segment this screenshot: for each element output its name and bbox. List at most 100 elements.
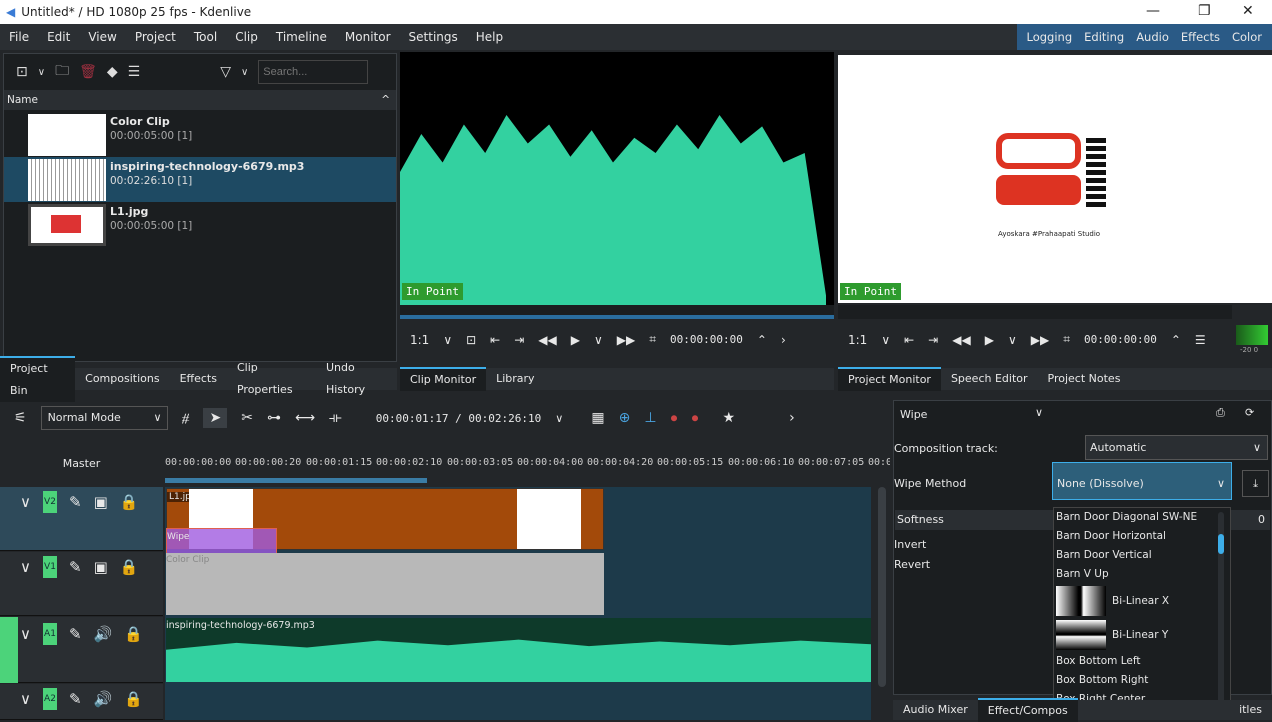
track-tag[interactable]: A1: [43, 623, 57, 645]
edit-mode-select[interactable]: Normal Mode∨: [41, 406, 168, 430]
menu-project[interactable]: Project: [126, 30, 185, 44]
workspace-editing[interactable]: Editing: [1078, 30, 1130, 44]
track-header-a1[interactable]: ∨ A1 ✎ 🔊 🔒: [0, 617, 163, 683]
menu-timeline[interactable]: Timeline: [267, 30, 336, 44]
chevron-down-icon[interactable]: ∨: [443, 333, 452, 347]
project-timecode[interactable]: 00:00:00:00: [1084, 333, 1157, 346]
tab-speech-editor[interactable]: Speech Editor: [941, 368, 1038, 390]
ripple-tool-icon[interactable]: ⟷: [295, 410, 315, 426]
bin-item-selected[interactable]: inspiring-technology-6679.mp3 00:02:26:1…: [4, 157, 396, 202]
menu-file[interactable]: File: [0, 30, 38, 44]
wipe-method-select[interactable]: None (Dissolve)∨: [1052, 462, 1232, 500]
sort-up-icon[interactable]: ^: [381, 90, 390, 110]
dropdown-option[interactable]: Barn Door Horizontal: [1054, 527, 1230, 546]
lock-icon[interactable]: 🔒: [120, 558, 139, 576]
select-tool-icon[interactable]: ➤: [203, 408, 227, 428]
effects-icon[interactable]: ✎: [69, 690, 82, 708]
menu-tool[interactable]: Tool: [185, 30, 226, 44]
set-in-icon[interactable]: ⇤: [904, 333, 914, 347]
track-header-a2[interactable]: ∨A2✎🔊🔒: [0, 684, 163, 720]
track-header-v1[interactable]: ∨V1✎▣🔒: [0, 552, 163, 616]
dropdown-option[interactable]: Box Bottom Right: [1054, 671, 1230, 690]
rewind-icon[interactable]: ◀◀: [538, 333, 556, 347]
tab-undo-history[interactable]: Undo History: [322, 357, 397, 401]
effects-icon[interactable]: ✎: [69, 493, 82, 511]
speaker-icon[interactable]: 🔊: [94, 690, 113, 708]
collapse-icon[interactable]: ∨: [20, 625, 31, 643]
speaker-icon[interactable]: 🔊: [94, 625, 113, 643]
dropdown-option[interactable]: Box Bottom Left: [1054, 652, 1230, 671]
tab-effect-composition[interactable]: Effect/Compos: [978, 698, 1078, 722]
multitrack-icon[interactable]: ▦: [591, 410, 604, 426]
forward-icon[interactable]: ▶▶: [617, 333, 635, 347]
dropdown-option[interactable]: Bi-Linear Y: [1054, 618, 1230, 652]
chevron-down-icon[interactable]: ∨: [241, 67, 248, 78]
filter-icon[interactable]: ▽: [220, 64, 231, 80]
menu-edit[interactable]: Edit: [38, 30, 79, 44]
chevron-down-icon[interactable]: ∨: [1035, 406, 1043, 419]
set-in-icon[interactable]: ⇤: [490, 333, 500, 347]
import-button[interactable]: ⤓: [1242, 470, 1269, 497]
razor-tool-icon[interactable]: ✂: [241, 410, 253, 426]
menu-icon[interactable]: ☰: [1195, 333, 1206, 347]
menu-view[interactable]: View: [79, 30, 125, 44]
lock-icon[interactable]: 🔒: [120, 493, 139, 511]
slip-tool-icon[interactable]: ⟛: [329, 410, 342, 426]
maximize-icon[interactable]: ❐: [1198, 3, 1211, 19]
tab-compositions[interactable]: Compositions: [75, 368, 169, 390]
menu-monitor[interactable]: Monitor: [336, 30, 400, 44]
chevron-down-icon[interactable]: ∨: [38, 67, 45, 78]
close-icon[interactable]: ✕: [1242, 3, 1254, 19]
name-column-header[interactable]: Name: [7, 94, 38, 106]
spacer-tool-icon[interactable]: ⊶: [267, 410, 281, 426]
fullscreen-icon[interactable]: ⊡: [466, 333, 476, 347]
revert-checkbox[interactable]: Revert: [894, 558, 930, 571]
add-clip-icon[interactable]: ⊡: [16, 64, 28, 80]
rewind-icon[interactable]: ◀◀: [952, 333, 970, 347]
effects-icon[interactable]: ✎: [69, 625, 82, 643]
master-header[interactable]: Master: [0, 455, 163, 485]
menu-icon[interactable]: ☰: [128, 64, 141, 80]
bin-item[interactable]: L1.jpg 00:00:05:00 [1]: [4, 202, 396, 247]
save-preset-icon[interactable]: ⎙: [1216, 406, 1225, 420]
overwrite-icon[interactable]: ⊥: [644, 410, 656, 426]
lock-icon[interactable]: 🔒: [124, 690, 143, 708]
play-icon[interactable]: ▶: [985, 333, 994, 347]
forward-icon[interactable]: ▶▶: [1031, 333, 1049, 347]
track-tag[interactable]: V1: [43, 556, 57, 578]
chevron-down-icon[interactable]: ∨: [881, 333, 890, 347]
invert-checkbox[interactable]: Invert: [894, 538, 926, 551]
lock-icon[interactable]: 🔒: [124, 625, 143, 643]
search-input[interactable]: [258, 60, 368, 84]
tag-icon[interactable]: ◆: [107, 64, 118, 80]
menu-help[interactable]: Help: [467, 30, 512, 44]
timeline-ruler[interactable]: 00:00:00:00 00:00:00:20 00:00:01:15 00:0…: [165, 455, 890, 485]
timeline-clip-audio[interactable]: inspiring-technology-6679.mp3: [166, 618, 871, 682]
project-monitor-ruler[interactable]: [838, 305, 1232, 319]
zone-bar[interactable]: [165, 478, 427, 483]
track-settings-icon[interactable]: ⚟: [14, 410, 27, 426]
next-icon[interactable]: ›: [781, 333, 786, 347]
tab-project-monitor[interactable]: Project Monitor: [838, 367, 941, 391]
tab-clip-monitor[interactable]: Clip Monitor: [400, 367, 486, 391]
tab-audio-mixer[interactable]: Audio Mixer: [893, 699, 978, 721]
collapse-icon[interactable]: ∨: [20, 690, 31, 708]
clip-monitor-ruler[interactable]: [400, 305, 834, 319]
dropdown-option[interactable]: Bi-Linear X: [1054, 584, 1230, 618]
workspace-effects[interactable]: Effects: [1175, 30, 1226, 44]
tab-library[interactable]: Library: [486, 368, 544, 390]
tab-effects[interactable]: Effects: [170, 368, 227, 390]
timeline-clip-color[interactable]: Color Clip: [166, 553, 604, 615]
composition-track-select[interactable]: Automatic∨: [1085, 435, 1268, 460]
workspace-audio[interactable]: Audio: [1130, 30, 1175, 44]
chevron-down-icon[interactable]: ∨: [1008, 333, 1017, 347]
tab-project-notes[interactable]: Project Notes: [1038, 368, 1131, 390]
film-icon[interactable]: ▣: [94, 558, 108, 576]
bin-header[interactable]: Name ^: [4, 90, 396, 110]
track-header-v2[interactable]: ∨V2✎▣🔒: [0, 487, 163, 551]
reset-icon[interactable]: ⟳: [1245, 406, 1254, 419]
tab-clip-properties[interactable]: Clip Properties: [227, 357, 322, 401]
insert-icon[interactable]: ⊕: [619, 410, 631, 426]
spin-icon[interactable]: ⌃: [1171, 333, 1181, 347]
folder-icon[interactable]: 🗀: [55, 60, 69, 84]
